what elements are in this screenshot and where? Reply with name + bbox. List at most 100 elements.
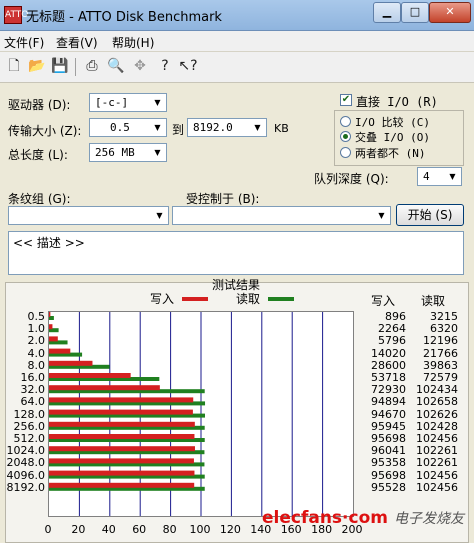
description-text: << 描述 >> [13,236,85,250]
write-bar [49,470,195,476]
row-label: 2048.0 [6,456,46,470]
read-value: 102456 [416,432,458,445]
stripe-group-select[interactable]: ▼ [8,206,169,225]
close-button[interactable]: ✕ [429,2,471,23]
read-value: 12196 [423,334,458,348]
chevron-down-icon: ▼ [378,211,385,220]
write-bar [49,409,193,415]
chevron-down-icon: ▼ [254,123,261,132]
write-value: 95698 [371,468,406,482]
io-compare-radio[interactable] [340,116,351,127]
chevron-down-icon: ▼ [154,123,161,132]
menu-file[interactable]: 文件(F) [4,34,44,51]
read-value: 102658 [416,395,458,409]
x-tick-label: 0 [44,523,52,536]
direct-io-checkbox[interactable]: ✔ [340,94,352,106]
menu-bar: 文件(F) 查看(V) 帮助(H) [0,31,474,52]
queue-depth-select[interactable]: 4 ▼ [417,167,462,186]
total-length-value: 256 MB [95,146,135,159]
row-label: 256.0 [13,419,46,433]
x-tick-label: 60 [132,523,147,536]
row-label: 1.0 [27,322,46,336]
write-value: 95358 [371,456,406,470]
print-icon[interactable]: ⎙ [82,56,102,76]
move-icon[interactable]: ✥ [130,56,150,76]
save-icon[interactable]: 💾 [50,56,70,76]
watermark-cn: 电子发烧友 [393,511,464,527]
write-legend-swatch [182,297,208,301]
context-help-icon[interactable]: ↖? [178,56,198,76]
to-label: 到 [172,123,185,137]
write-bar [49,458,194,464]
transfer-from-select[interactable]: 0.5 ▼ [89,118,167,137]
x-tick-label: 160 [280,523,302,536]
app-icon: ATTO [4,6,28,24]
write-bar [49,482,195,488]
total-length-select[interactable]: 256 MB ▼ [89,143,167,162]
transfer-to-value: 8192.0 [193,121,233,134]
title-bar: ATTO 无标题 - ATTO Disk Benchmark ▁ □ ✕ [0,0,474,31]
row-label: 1024.0 [6,444,46,458]
description-box[interactable]: << 描述 >> [8,231,464,275]
write-bar [49,312,51,317]
neither-radio[interactable] [340,147,351,158]
menu-help[interactable]: 帮助(H) [112,34,154,51]
read-legend-swatch [268,297,294,301]
total-length-label: 总长度 (L): [8,148,68,162]
chevron-down-icon: ▼ [449,172,456,181]
maximize-icon: □ [409,5,421,18]
row-label: 0.5 [27,310,46,323]
read-value: 3215 [430,310,458,323]
queue-depth-value: 4 [423,170,430,183]
transfer-to-select[interactable]: 8192.0 ▼ [187,118,267,137]
write-value: 95528 [371,480,406,494]
write-value: 72930 [371,383,406,397]
read-value: 102428 [416,419,458,433]
write-value: 96041 [371,444,406,458]
drive-select[interactable]: [-c-] ▼ [89,93,167,112]
x-tick-label: 120 [219,523,241,536]
read-value: 6320 [430,322,458,336]
write-bar [49,336,58,342]
read-value: 102261 [416,444,458,458]
row-label: 4096.0 [6,468,46,482]
row-label: 64.0 [20,395,46,409]
write-bar [49,434,195,439]
row-label: 32.0 [20,383,46,397]
start-button[interactable]: 开始 (S) [396,204,464,226]
write-value: 95698 [371,432,406,445]
write-value: 28600 [371,358,406,372]
read-legend-label: 读取 [236,292,261,306]
stripe-group-label: 条纹组 (G): [8,192,71,206]
open-folder-icon[interactable]: 📂 [27,56,47,76]
x-tick-label: 80 [162,523,177,536]
overlapped-io-label: 交叠 I/O (O) [355,131,430,144]
x-tick-label: 200 [341,523,363,536]
row-label: 512.0 [13,432,46,445]
row-label: 2.0 [27,334,46,348]
new-file-icon[interactable]: 🗋 [4,56,24,76]
help-icon[interactable]: ? [155,56,175,76]
write-value: 14020 [371,346,406,360]
io-compare-label: I/O 比较 (C) [355,116,430,129]
results-chart [48,311,354,517]
controlled-by-select[interactable]: ▼ [172,206,391,225]
write-value: 95945 [371,419,406,433]
row-label: 4.0 [27,346,46,360]
overlapped-io-radio[interactable] [340,131,351,142]
minimize-button[interactable]: ▁ [373,2,401,23]
chevron-down-icon: ▼ [156,211,163,220]
read-column-header: 读取 [421,294,446,308]
controlled-by-label: 受控制于 (B): [186,192,260,206]
neither-label: 两者都不 (N) [355,147,426,160]
chart-svg [49,312,324,516]
write-value: 94894 [371,395,406,409]
menu-view[interactable]: 查看(V) [56,34,98,51]
print-preview-icon[interactable]: 🔍 [106,56,126,76]
maximize-button[interactable]: □ [401,2,429,23]
toolbar: 🗋 📂 💾 ⎙ 🔍 ✥ ? ↖? [0,52,474,83]
read-value: 72579 [423,371,458,384]
write-value: 53718 [371,371,406,384]
read-value: 39863 [423,358,458,372]
write-bar [49,446,195,452]
